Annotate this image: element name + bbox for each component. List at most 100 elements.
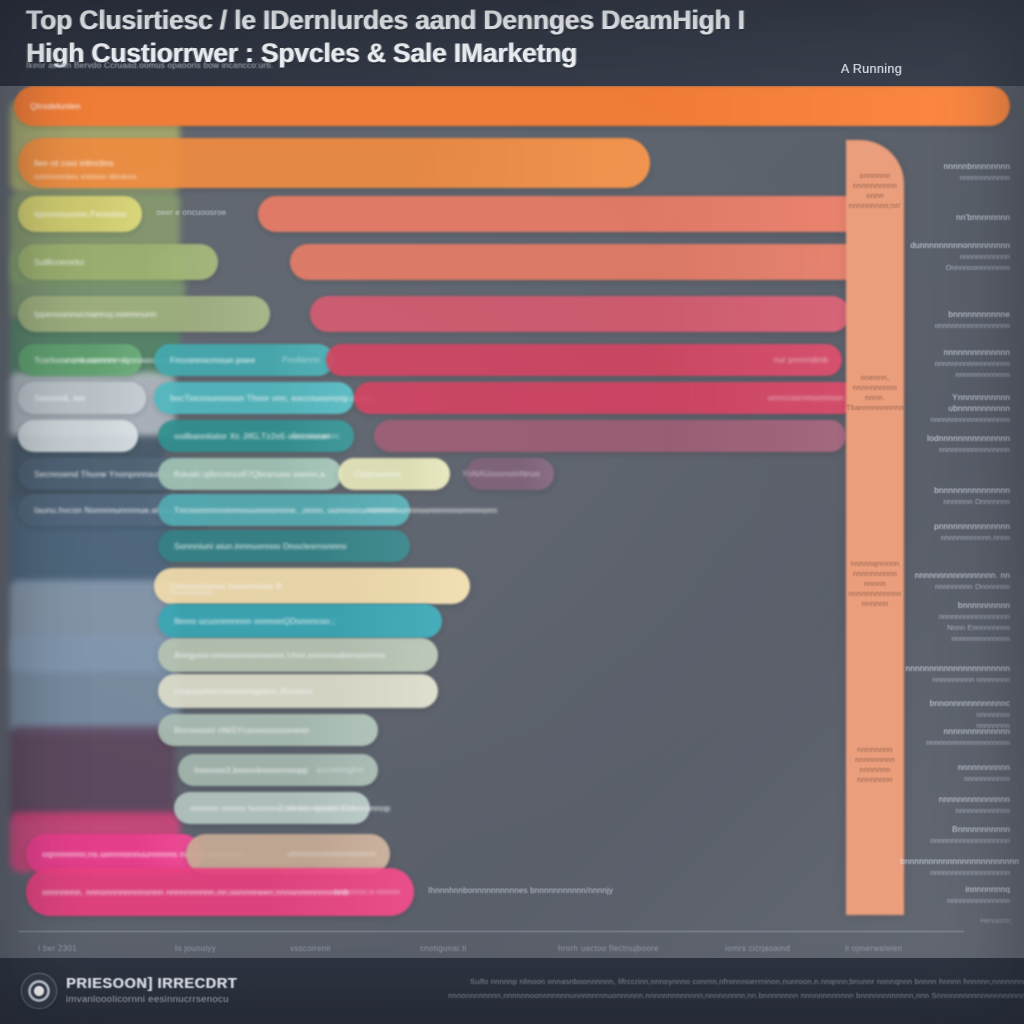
bar-value-label: acconnnglnn <box>316 765 364 775</box>
right-label-sub: nnnnnnnnnnnnnnnnn <box>938 445 1010 454</box>
right-label-sub: nnnnnnnnnnnnnnn <box>947 896 1010 905</box>
bar[interactable]: Annguno:nnnnonnnnnnonnn.Unni.onnnnoobnnu… <box>158 638 438 672</box>
bar[interactable]: hocTiocnounonoon Thonr vnn, eoccnuoonunp… <box>154 382 375 414</box>
bar-value-label: unnnnnnonnnnnnnnnnn <box>287 849 376 859</box>
right-label-main: nnnnnnnnnnn <box>957 763 1010 772</box>
right-label-sub: nnnnnnn Onnnnnnn <box>943 497 1010 506</box>
bar[interactable]: Innnnoo3.bnnonlnnnonnnnpp acconnnglnn <box>178 754 378 786</box>
right-label-sub: nnnnnnnnn Ononnnnn <box>934 582 1010 591</box>
bar-sublabel: Ynninnabooo <box>170 590 214 597</box>
bar-label: llen rd cooi inlinclino <box>34 158 114 168</box>
bar[interactable]: Cbarnoonnc <box>338 458 450 490</box>
bar[interactable]: YnNAUooonoInNnuo <box>462 458 554 490</box>
right-label-main: nnnnnnnnnnnnnn <box>943 348 1010 357</box>
bar-label: Cbarnoonnc <box>354 469 402 479</box>
right-label-main: bnnnnnnnnnnnnnnnnnnnnnnnn <box>900 857 1019 866</box>
right-label: bnnnnnnnnnnnnnnnnnnnnnnnn nnnnnnnnnnnnnnn… <box>900 856 1019 878</box>
x-axis-tick-label: lo jounuiyy <box>175 944 217 953</box>
right-label: nnnnnnnnnnnnnnn nnnnnnnnnnnnn <box>939 794 1010 816</box>
bar[interactable] <box>310 296 850 332</box>
bar[interactable]: Onnnoohannn hnnnnnniae B Ynninnabooo <box>154 568 470 604</box>
right-label-main: nnnnnnnnnnnnnn <box>943 727 1010 736</box>
right-label-main: Iodnnnnnnnnnnnnnnn <box>926 434 1010 443</box>
right-label-main: bnnnnnnnnnn <box>957 601 1010 610</box>
right-label-sub: nnnnnnnnnnnnnnnnnn nnnnnnnnnnnnn <box>934 359 1010 379</box>
right-label-main: Ynnnnnnnnnnn ubnnnnnnnnnnn <box>948 393 1010 413</box>
bar[interactable]: Frcconnocrnoun poee Pooltannn <box>154 344 334 376</box>
bar-value-label: YnNAUooonoInNnuo <box>462 469 540 479</box>
bar-label: Tncoonnnnnonnnouunnnonnne, ,nnnn, uunnoo… <box>174 505 498 515</box>
bar-label: Frcconnocrnoun poee <box>170 355 256 365</box>
bar[interactable]: Uoqouunnccnnonunqpann Jhcnnno. <box>158 674 438 708</box>
bar[interactable]: Tncoonnnnnonnnouunnnonnne, ,nnnn, uunnoo… <box>158 494 497 526</box>
axis-line <box>18 931 964 932</box>
bar-label: Sulllccernrlci <box>34 257 84 267</box>
right-label-main: innnnnnnnq <box>965 885 1010 894</box>
bar[interactable]: onnnnnnn, nnnonnnnnnnnonnn nnnnnnnnnn,nn… <box>26 868 414 916</box>
brand-logo-icon <box>22 974 56 1008</box>
bar[interactable]: Ippenounnucnianruy.nomnnunn <box>18 296 270 332</box>
bar[interactable] <box>290 244 874 280</box>
right-label: Bnnnnnnnnnnn nnnnnnnnnnnnnnnnnnn <box>930 824 1010 846</box>
bar-label: Innnnoo3.bnnonlnnnonnnnpp <box>194 765 308 775</box>
bar[interactable]: llen rd cooi inlinclino oolrinomnbes esbt… <box>18 138 650 188</box>
bar[interactable]: Tcorloow.unauasnnnr~iqnnooosescunennn to… <box>18 344 248 376</box>
bar[interactable]: Rdvalc:qIbrcnnzofI7Qbranuoo eonnn,a <box>158 458 342 490</box>
dashboard-root: Top Clusirtiesc / le IDernlurdes aand De… <box>0 0 1024 1024</box>
bar-value-label: nur pnnnrsbnb <box>773 355 828 365</box>
right-label-main: bnnnnnnnnnnne <box>948 310 1010 319</box>
bar[interactable]: ooilbanntiator Xc JIfG,Tz2o5 ooccoosan Sn… <box>158 420 354 452</box>
bar[interactable]: Qtrodelunlen <box>14 86 1010 126</box>
bar[interactable]: Sonnniuni aiun.innnuonnoo Dnoclesrnsnnno <box>158 530 410 562</box>
bar-value-label: Tr'nli.Icl;pnoopnnnnb <box>278 803 356 813</box>
right-label-sub: nnnnnnnnnnnnnnnnnnnn <box>926 738 1010 747</box>
right-label: nnnnnnnnnnnnnn nnnnnnnnnnnnnnnnnnnn <box>926 726 1010 748</box>
right-label-main: bnnonnnnnnnnnnnnc <box>929 699 1010 708</box>
footer-note-line-2: nnnonnnnnnnn,nnnnnnoonnnnnnnunnnnnrnnuon… <box>448 991 1024 1000</box>
bar-label: Sonnniuni aiun.innnuonnoo Dnoclesrnsnnno <box>174 541 347 551</box>
bar[interactable]: Sulllccernrlci <box>18 244 218 280</box>
right-label: nnnnnnnnnnnnnn nnnnnnnnnnnnnnnnnn nnnnnnn… <box>934 347 1010 380</box>
bar[interactable] <box>258 196 866 232</box>
right-label-main: nnnnnnnnnnnnnnnnn. nn <box>914 571 1010 580</box>
right-label-sub: nnnnnnnnnnnn <box>959 173 1010 182</box>
bar-label: hocTiocnounonoon Thonr vnn, eoccnuoonunp… <box>170 393 375 403</box>
bar-label: Ibnno ucuonnnnnnn onnnonQDonnncoo.; <box>174 616 335 626</box>
bar[interactable] <box>374 420 846 452</box>
x-axis-tick-label: iomrs cicrjaoaind <box>725 944 791 953</box>
right-label: nnnnnnnnnnnnnnnnn. nn nnnnnnnnn Ononnnnn <box>915 570 1010 592</box>
bar-label: Qtrodelunlen <box>30 101 81 111</box>
vertical-bar-label: nnnnnnnn nnnnnnnnn nnnnnnn nnnnnnnn <box>855 744 895 784</box>
bar[interactable]: IIncnnoonI nNiSYconnossnoonenn <box>158 714 378 746</box>
right-label: bnnnnnnnnnn nnnnnnnnnnnnnnnnn Nnnn Ennnnn… <box>939 600 1010 644</box>
bar-label: Rdvalc:qIbrcnnzofI7Qbranuoo eonnn,a <box>174 469 325 479</box>
right-label-main: bnnnnnnnnnnnnnnn <box>933 486 1010 495</box>
right-label: bnnnnnnnnnnnnnnn nnnnnnn Onnnnnnn <box>934 485 1010 507</box>
page-header: Top Clusirtiesc / le IDernlurdes aand De… <box>0 0 1024 86</box>
bar[interactable]: Ibnno ucuonnnnnnn onnnonQDonnncoo.; <box>158 604 442 638</box>
right-label-main: Bnnnnnnnnnnn <box>952 825 1010 834</box>
right-label: bnnnnnnnnnnne onnnnnnnnnnnnnnnnn <box>934 309 1010 331</box>
x-axis-tick-label: vsscoirenii <box>290 944 331 953</box>
right-label: nn'bnnnnnnnn <box>956 212 1010 223</box>
bar[interactable]: nur pnnnrsbnb <box>326 344 842 376</box>
bar-chart-canvas: Qtrodelunlen llen rd cooi inlinclino oolri… <box>0 86 1024 958</box>
page-subtitle: Ikeor action Bervdo Ccruaad.oomus opaoor… <box>26 61 274 70</box>
vertical-bar[interactable] <box>846 140 904 915</box>
right-label-sub: nnnnnnnnnnnnnnnnnnn <box>930 415 1010 424</box>
right-label: dunnnnnnnnnonnnnnnnnn nnnnnnnnnnnn Onnnno… <box>910 240 1010 273</box>
bar[interactable] <box>18 420 138 452</box>
page-footer: PRIESOON] IRRECDRT imvanlooolicornni ees… <box>0 958 1024 1024</box>
bar[interactable]: Seonnnli, ion <box>18 382 146 414</box>
bar-value-label: Pooltannn <box>282 355 320 365</box>
right-label-main: pnnnnnnnnnnnnnnn <box>933 522 1010 531</box>
brand-name: PRIESOON] IRRECDRT <box>66 976 238 992</box>
bar[interactable]: onnnnn onnos hooonnu.unnoo~qonnn.Ccnonnn… <box>174 792 390 824</box>
bar[interactable]: Iqtoonnusonn,Peolotino <box>18 196 142 232</box>
bar-label: Iqtoonnusonn,Peolotino <box>34 209 127 219</box>
bar[interactable]: unnccoornnoonnoon <box>354 382 858 414</box>
bar-label: Secnnoend Thuvw Ynonpnnnaanssn <box>34 469 177 479</box>
bar-label: Seonnnli, ion <box>34 393 86 403</box>
footer-note-line-1: Sulfo nnnnnp nlinoon onnasnboonnnnnn, li… <box>470 977 1024 986</box>
right-label: nnnnnnnnnnn nnnnnnnnnnn <box>958 762 1010 784</box>
